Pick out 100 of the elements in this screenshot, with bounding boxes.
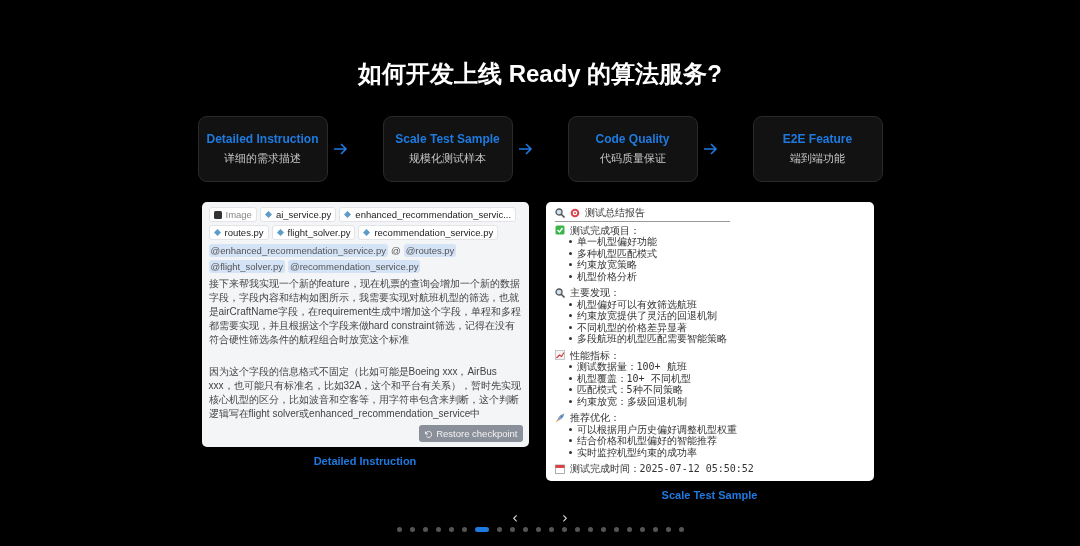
step-subtitle: 端到端功能 <box>790 151 845 166</box>
pagination-dot[interactable] <box>561 526 567 532</box>
pagination-dot[interactable] <box>435 526 441 532</box>
pagination-dot[interactable] <box>509 526 515 532</box>
bullet-icon <box>568 325 572 329</box>
attachment-chip[interactable]: flight_solver.py <box>271 225 356 240</box>
mention-tag: @recommendation_service.py <box>288 260 421 273</box>
rocket-icon <box>554 412 565 423</box>
file-icon <box>264 211 272 218</box>
report-item: 可以根据用户历史偏好调整机型权重 <box>576 423 737 435</box>
previous-button[interactable]: ‹ <box>510 510 520 525</box>
bullet-icon <box>568 251 572 255</box>
screenshot-caption: Scale Test Sample <box>661 488 758 501</box>
magnifier-icon <box>554 287 565 298</box>
pagination-dot[interactable] <box>639 526 645 532</box>
pagination-dot[interactable] <box>665 526 671 532</box>
attachment-chip[interactable]: ai_service.py <box>259 207 337 222</box>
pagination-dot[interactable] <box>574 526 580 532</box>
attachment-chip[interactable]: recommendation_service.py <box>358 225 499 240</box>
prompt-paragraph: 因为这个字段的信息格式不固定（比如可能是Boeing xxx，AirBus xxx，也可能只有标准名，比如32A，这个和平台有关系），暂时先实现核心机型的区分，比如波音和空客等，用字符串包含来判断，这个判断逻辑写在flight solver或enhanced_recommendation_service中 <box>208 365 523 421</box>
pagination-dot[interactable] <box>522 526 528 532</box>
bullet-icon <box>568 263 572 267</box>
bullet-icon <box>568 302 572 306</box>
image-icon <box>213 210 222 219</box>
checkbox-icon <box>554 225 565 236</box>
report-item: 不同机型的价格差异显著 <box>576 321 687 333</box>
bullet-icon <box>568 450 572 454</box>
file-icon <box>363 229 371 236</box>
report-item: 机型价格分析 <box>576 270 637 282</box>
bullet-icon <box>568 439 572 443</box>
pagination-dot[interactable] <box>626 526 632 532</box>
bullet-icon <box>568 240 572 244</box>
bullet-icon <box>568 399 572 403</box>
pagination-dot[interactable] <box>548 526 554 532</box>
mention-tag: @enhanced_recommendation_service.py <box>208 244 388 257</box>
pagination-dot[interactable] <box>448 526 454 532</box>
file-icon <box>213 229 221 236</box>
report-item: 约束放宽策略 <box>576 259 637 271</box>
report-title: 测试总结报告 <box>584 207 645 219</box>
attachment-chip[interactable]: Image <box>208 207 257 222</box>
pagination-dot[interactable] <box>535 526 541 532</box>
pagination-dot[interactable] <box>396 526 402 532</box>
report-item: 匹配模式：5种不同策略 <box>576 384 683 396</box>
step-subtitle: 代码质量保证 <box>599 151 666 166</box>
pagination-dot[interactable] <box>422 526 428 532</box>
magnifier-icon <box>554 207 565 218</box>
bullet-icon <box>568 376 572 380</box>
arrow-right-icon <box>333 143 348 155</box>
section-heading: 推荐优化： <box>569 412 620 424</box>
arrow-right-icon <box>518 143 533 155</box>
attachment-chip[interactable]: routes.py <box>208 225 269 240</box>
undo-icon <box>424 429 433 438</box>
report-timestamp: 测试完成时间：2025-07-12 05:50:52 <box>569 463 754 475</box>
mention-tag: @routes.py <box>403 244 457 257</box>
pagination-dot[interactable] <box>600 526 606 532</box>
pagination-dot[interactable] <box>587 526 593 532</box>
prompt-paragraph: 接下来帮我实现一个新的feature，现在机票的查询会增加一个新的数据字段，字段内容和结构如图所示，我需要实现对航班机型的筛选，也就是airCraftName字段，在requirement生成中增加这个字段，单程和多程都需要实现，并且根据这个字段来做hard constraint筛选，记得在没有符合硬性筛选条件的航程组合时放宽这个标准 <box>208 277 523 347</box>
step-title: Scale Test Sample <box>395 132 500 146</box>
report-item: 测试数据量：100+ 航班 <box>576 361 687 372</box>
report-item: 机型偏好可以有效筛选航班 <box>576 298 697 310</box>
page-title: 如何开发上线 Ready 的算法服务? <box>358 59 722 89</box>
bullet-icon <box>568 388 572 392</box>
report-item: 实时监控机型约束的成功率 <box>576 446 697 458</box>
step-subtitle: 规模化测试样本 <box>409 151 486 166</box>
pagination-dot[interactable] <box>652 526 658 532</box>
pagination-dot[interactable] <box>678 526 684 532</box>
file-icon <box>276 229 284 236</box>
section-heading: 主要发现： <box>569 287 620 299</box>
step-title: Code Quality <box>595 132 670 146</box>
pagination-dot[interactable] <box>409 526 415 532</box>
file-icon <box>344 211 352 218</box>
report-item: 多种机型匹配模式 <box>576 247 657 259</box>
section-heading: 性能指标： <box>569 349 620 361</box>
report-item: 结合价格和机型偏好的智能推荐 <box>576 435 717 447</box>
mention-tag: @flight_solver.py <box>208 260 285 273</box>
step-subtitle: 详细的需求描述 <box>224 151 301 166</box>
attachment-chip[interactable]: enhanced_recommendation_servic... <box>339 207 517 222</box>
target-icon <box>569 207 580 218</box>
bullet-icon <box>568 427 572 431</box>
chart-icon <box>554 350 565 361</box>
report-item: 多段航班的机型匹配需要智能策略 <box>576 333 727 345</box>
bullet-icon <box>568 314 572 318</box>
next-button[interactable]: › <box>560 510 570 525</box>
report-item: 约束放宽：多级回退机制 <box>576 395 687 407</box>
bullet-icon <box>568 274 572 278</box>
step-title: Detailed Instruction <box>206 132 319 146</box>
bullet-icon <box>568 337 572 341</box>
bullet-icon <box>568 365 572 369</box>
pagination-dot[interactable] <box>461 526 467 532</box>
mention-text: @ <box>390 244 401 257</box>
arrow-right-icon <box>703 143 718 155</box>
pagination-dot[interactable] <box>496 526 502 532</box>
report-item: 约束放宽提供了灵活的回退机制 <box>576 310 717 322</box>
screenshot-caption: Detailed Instruction <box>313 455 417 467</box>
section-heading: 测试完成项目： <box>569 224 640 236</box>
calendar-icon <box>554 463 565 474</box>
step-title: E2E Feature <box>782 132 853 146</box>
report-item: 单一机型偏好功能 <box>576 236 657 248</box>
pagination-dot[interactable] <box>613 526 619 532</box>
report-item: 机型覆盖：10+ 不同机型 <box>576 372 691 384</box>
